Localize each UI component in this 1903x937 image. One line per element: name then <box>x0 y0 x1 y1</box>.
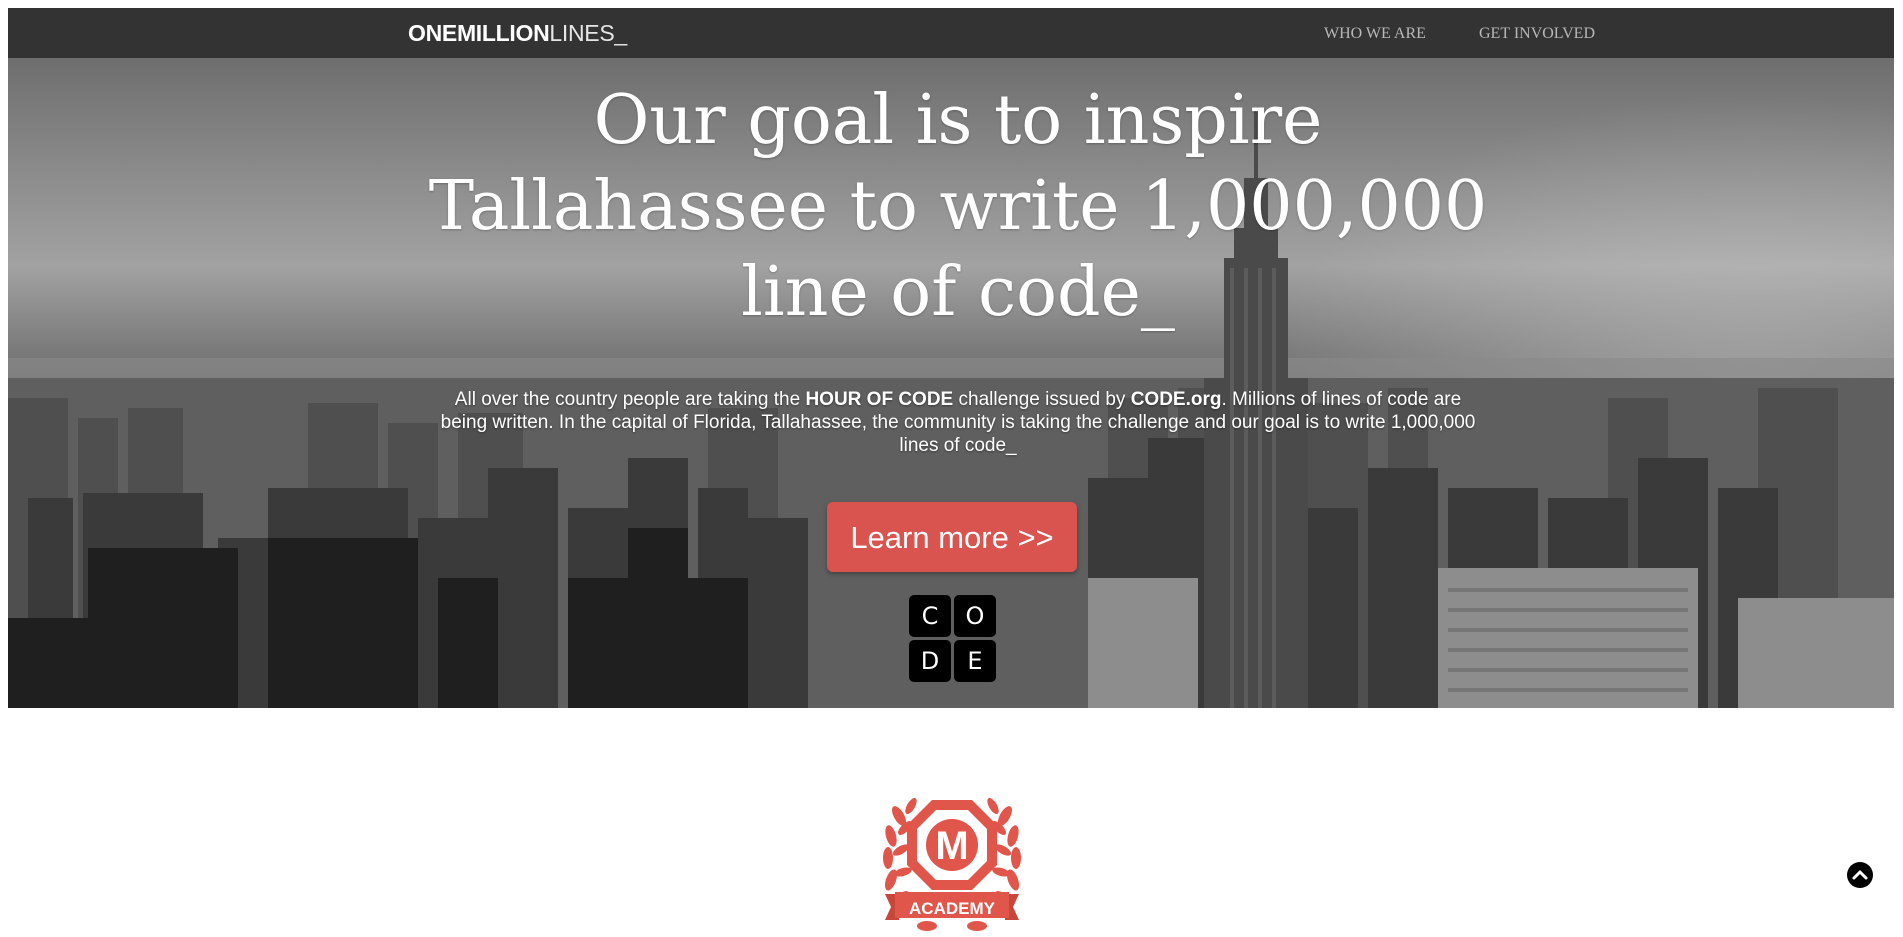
learn-more-button[interactable]: Learn more >> <box>827 502 1077 572</box>
lede-code-org: CODE.org <box>1130 389 1222 410</box>
nav-link-who-we-are[interactable]: WHO WE ARE <box>1324 24 1426 44</box>
headline-line-2: Tallahassee to write 1,000,000 <box>428 167 1488 246</box>
code-logo-tile-d: D <box>909 640 951 682</box>
chevron-up-circle-icon <box>1852 870 1868 880</box>
code-org-logo[interactable]: C O D E <box>909 595 996 682</box>
page: ONEMILLIONLINES_ WHO WE ARE GET INVOLVED <box>0 0 1903 937</box>
brand-bold: ONEMILLION <box>408 20 550 46</box>
code-logo-tile-o: O <box>954 595 996 637</box>
academy-badge-logo: M ACADEMY <box>877 786 1027 937</box>
code-logo-tile-e: E <box>954 640 996 682</box>
lede-part-1: All over the country people are taking t… <box>454 389 806 410</box>
top-navbar: ONEMILLIONLINES_ WHO WE ARE GET INVOLVED <box>8 8 1894 58</box>
lede-part-2: challenge issued by <box>953 389 1131 410</box>
code-logo-tile-c: C <box>909 595 951 637</box>
badge-letter: M <box>935 824 969 868</box>
badge-label: ACADEMY <box>909 899 995 918</box>
lede-hour-of-code: HOUR OF CODE <box>805 389 954 410</box>
back-to-top-button[interactable] <box>1847 862 1873 888</box>
hero-headline: Our goal is to inspire Tallahassee to wr… <box>408 78 1508 336</box>
brand-logo[interactable]: ONEMILLIONLINES_ <box>408 19 627 47</box>
headline-line-1: Our goal is to inspire <box>593 81 1323 160</box>
hero-section: Our goal is to inspire Tallahassee to wr… <box>8 58 1894 708</box>
hero-description: All over the country people are taking t… <box>436 388 1480 457</box>
headline-line-3: line of code_ <box>741 253 1175 332</box>
brand-thin: LINES_ <box>549 20 627 46</box>
nav-link-get-involved[interactable]: GET INVOLVED <box>1479 24 1595 44</box>
